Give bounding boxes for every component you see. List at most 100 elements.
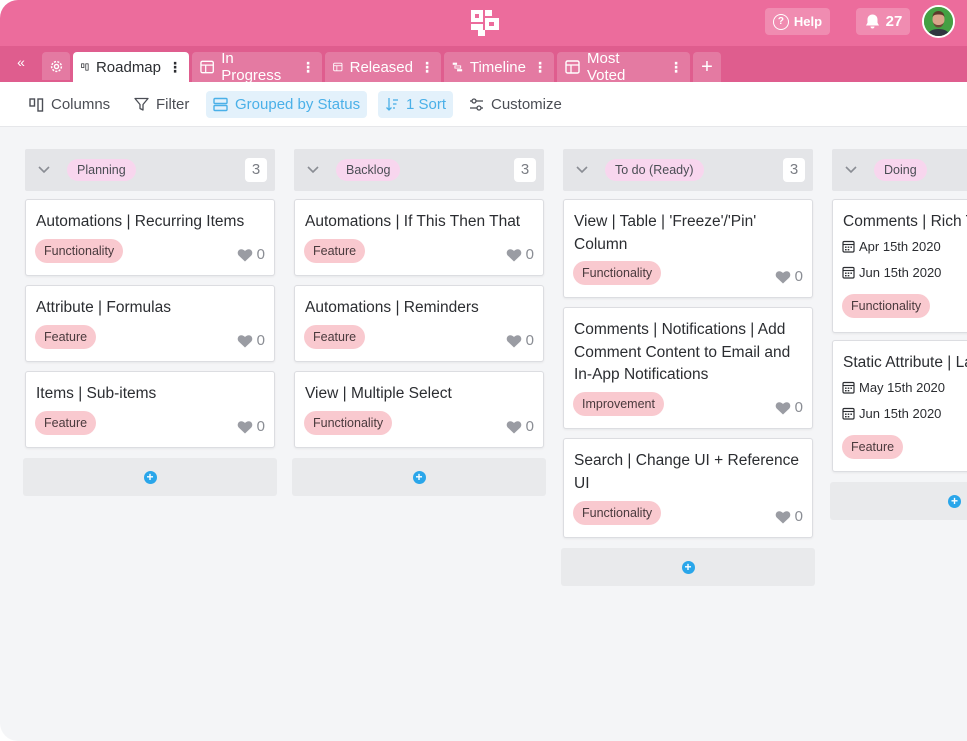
add-item-button[interactable]: + [830,482,967,520]
heart-icon [775,510,790,523]
tab-timeline[interactable]: Timeline ⋮ [444,52,554,82]
tab-menu-icon[interactable]: ⋮ [301,59,315,76]
likes[interactable]: 0 [237,332,265,349]
grouped-label: Grouped by Status [235,96,361,113]
tab-label: Most Voted [587,50,626,84]
avatar[interactable] [922,5,955,38]
likes-count: 0 [794,268,803,285]
tag-badge: Functionality [573,261,662,285]
group-rows-icon [213,97,228,112]
notifications-button[interactable]: 27 [856,8,910,35]
plus-circle-icon: + [143,470,157,484]
likes-count: 0 [256,418,265,435]
collapse-sidebar-button[interactable]: « [10,54,32,74]
chevron-down-icon[interactable] [844,162,858,176]
likes[interactable]: 0 [506,246,534,263]
chevron-down-icon[interactable] [37,162,51,176]
item-card[interactable]: Automations | If This Then That Feature … [294,199,544,276]
sliders-icon [470,98,483,111]
tab-roadmap[interactable]: Roadmap ⋮ [73,52,189,82]
sort-icon [386,98,398,111]
tag-badge: Feature [304,325,366,349]
chevron-down-icon[interactable] [306,162,320,176]
likes[interactable]: 0 [775,399,803,416]
board-column-doing: Doing Comments | Rich T Apr 15th 2020 Ju… [830,149,967,520]
tab-menu-icon[interactable]: ⋮ [533,59,547,76]
card-title: Automations | Recurring Items [36,213,245,230]
status-badge: Doing [874,159,927,181]
columns-button[interactable]: Columns [22,91,117,118]
likes-count: 0 [256,332,265,349]
card-title: Automations | If This Then That [305,213,521,230]
tag-badge: Functionality [35,239,124,263]
plus-circle-icon: + [681,560,695,574]
tab-menu-icon[interactable]: ⋮ [669,59,683,76]
status-badge: Backlog [336,159,401,181]
filter-icon [134,97,149,111]
table-icon [200,60,214,74]
start-date: May 15th 2020 [842,380,945,395]
tab-menu-icon[interactable]: ⋮ [168,59,182,76]
item-card[interactable]: Automations | Recurring Items Functional… [25,199,275,276]
card-title: View | Multiple Select [305,385,452,402]
heart-icon [506,334,521,347]
start-date: Apr 15th 2020 [842,239,941,254]
item-card[interactable]: Search | Change UI + Reference UI Functi… [563,438,813,538]
item-card[interactable]: Comments | Rich T Apr 15th 2020 Jun 15th… [832,199,967,333]
help-button[interactable]: ? Help [765,8,830,35]
logo-icon[interactable] [470,9,500,37]
item-card[interactable]: Automations | Reminders Feature 0 [294,285,544,362]
likes-count: 0 [525,418,534,435]
status-badge: To do (Ready) [605,159,704,181]
likes[interactable]: 0 [237,418,265,435]
date-text: Jun 15th 2020 [859,265,942,280]
settings-tab[interactable] [42,52,70,80]
likes[interactable]: 0 [775,508,803,525]
add-item-button[interactable]: + [23,458,277,496]
item-card[interactable]: View | Multiple Select Functionality 0 [294,371,544,448]
card-title: View | Table | 'Freeze'/'Pin' Column [574,213,757,253]
plus-circle-icon: + [948,494,961,508]
item-card[interactable]: Static Attribute | La May 15th 2020 Jun [832,340,967,472]
calendar-icon [842,266,855,279]
double-chevron-left-icon: « [17,54,25,70]
calendar-icon [842,381,855,394]
tab-in-progress[interactable]: In Progress ⋮ [192,50,322,84]
heart-icon [775,401,790,414]
tag-badge: Feature [842,435,904,459]
item-card[interactable]: Attribute | Formulas Feature 0 [25,285,275,362]
column-header: Planning 3 [25,149,275,191]
tab-label: Released [349,58,413,76]
chevron-down-icon[interactable] [575,162,589,176]
likes[interactable]: 0 [775,268,803,285]
table-icon [333,62,343,72]
user-photo-icon [924,7,953,36]
filter-button[interactable]: Filter [127,91,196,118]
column-header: To do (Ready) 3 [563,149,813,191]
tab-most-voted[interactable]: Most Voted ⋮ [557,50,690,84]
likes[interactable]: 0 [506,418,534,435]
board-column-planning: Planning 3 Automations | Recurring Items… [23,149,277,496]
columns-icon [29,97,44,112]
likes[interactable]: 0 [506,332,534,349]
group-by-button[interactable]: Grouped by Status [206,91,368,118]
likes-count: 0 [794,508,803,525]
tab-menu-icon[interactable]: ⋮ [420,59,434,76]
item-card[interactable]: View | Table | 'Freeze'/'Pin' Column Fun… [563,199,813,298]
tab-label: In Progress [221,50,282,84]
add-view-button[interactable]: + [693,52,721,82]
item-card[interactable]: Comments | Notifications | Add Comment C… [563,307,813,429]
tab-released[interactable]: Released ⋮ [325,52,441,82]
tag-badge: Feature [35,411,97,435]
likes[interactable]: 0 [237,246,265,263]
view-toolbar: Columns Filter Grouped by Status 1 Sort [0,82,967,127]
customize-button[interactable]: Customize [462,91,569,118]
tab-label: Timeline [469,58,526,76]
plus-icon: + [701,55,713,78]
table-icon [565,60,580,74]
tag-badge: Feature [35,325,97,349]
add-item-button[interactable]: + [292,458,546,496]
item-card[interactable]: Items | Sub-items Feature 0 [25,371,275,448]
add-item-button[interactable]: + [561,548,815,586]
sort-button[interactable]: 1 Sort [378,91,454,118]
